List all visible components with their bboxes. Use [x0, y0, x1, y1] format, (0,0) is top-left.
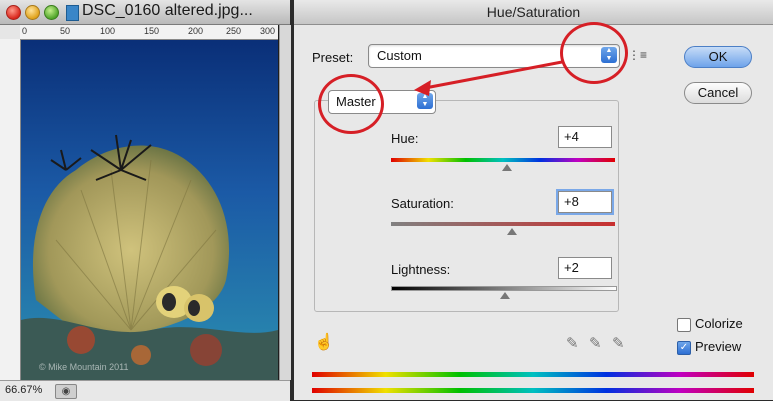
red-arrow-annotation: [414, 60, 563, 96]
